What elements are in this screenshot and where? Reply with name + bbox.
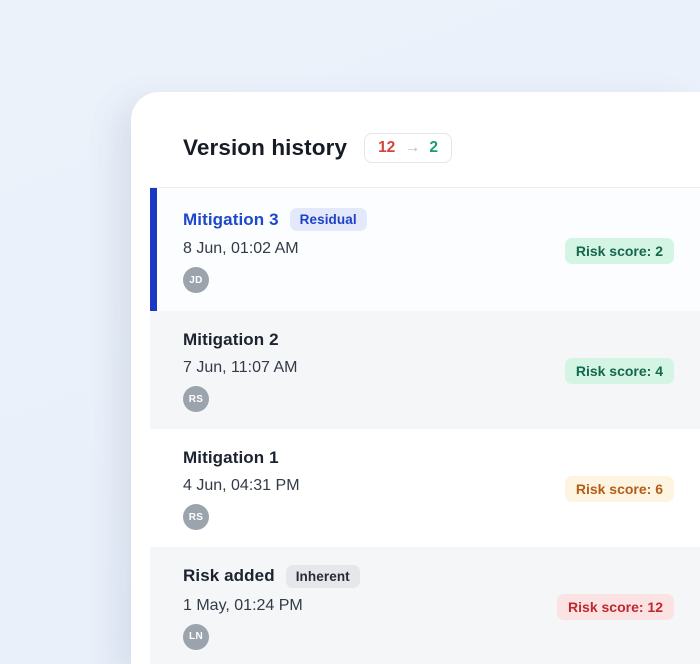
- risk-score-badge: Risk score: 4: [565, 358, 674, 384]
- avatar: RS: [183, 504, 209, 530]
- version-list: Mitigation 3 Residual 8 Jun, 01:02 AM JD…: [150, 187, 700, 664]
- avatar: LN: [183, 624, 209, 650]
- version-row-main: Mitigation 1 4 Jun, 04:31 PM RS: [183, 448, 300, 530]
- risk-score-badge: Risk score: 2: [565, 238, 674, 264]
- version-timestamp: 4 Jun, 04:31 PM: [183, 477, 300, 495]
- version-tag-badge: Inherent: [286, 565, 360, 588]
- version-row-main: Mitigation 2 7 Jun, 11:07 AM RS: [183, 330, 297, 412]
- version-history-card: Version history 12 → 2 Mitigation 3 Resi…: [131, 92, 700, 664]
- risk-change-badge: 12 → 2: [364, 133, 452, 163]
- selected-indicator-bar: [150, 188, 157, 311]
- version-title: Mitigation 2: [183, 330, 279, 350]
- version-timestamp: 8 Jun, 01:02 AM: [183, 240, 367, 258]
- version-timestamp: 7 Jun, 11:07 AM: [183, 359, 297, 377]
- version-timestamp: 1 May, 01:24 PM: [183, 597, 360, 615]
- version-row-main: Mitigation 3 Residual 8 Jun, 01:02 AM JD: [183, 208, 367, 293]
- page-title: Version history: [183, 135, 347, 161]
- version-row-main: Risk added Inherent 1 May, 01:24 PM LN: [183, 565, 360, 650]
- risk-score-badge: Risk score: 12: [557, 594, 674, 620]
- version-title-line: Mitigation 1: [183, 448, 300, 468]
- risk-score-badge: Risk score: 6: [565, 476, 674, 502]
- version-row[interactable]: Mitigation 3 Residual 8 Jun, 01:02 AM JD…: [150, 188, 700, 311]
- version-row[interactable]: Mitigation 2 7 Jun, 11:07 AM RS Risk sco…: [150, 311, 700, 429]
- version-row[interactable]: Risk added Inherent 1 May, 01:24 PM LN R…: [150, 547, 700, 664]
- version-title: Mitigation 3: [183, 210, 279, 230]
- risk-after-value: 2: [429, 139, 438, 157]
- avatar: JD: [183, 267, 209, 293]
- arrow-right-icon: →: [404, 139, 420, 157]
- risk-before-value: 12: [378, 139, 395, 157]
- avatar: RS: [183, 386, 209, 412]
- version-title: Mitigation 1: [183, 448, 279, 468]
- version-tag-badge: Residual: [290, 208, 367, 231]
- version-title: Risk added: [183, 566, 275, 586]
- version-title-line: Risk added Inherent: [183, 565, 360, 588]
- version-row[interactable]: Mitigation 1 4 Jun, 04:31 PM RS Risk sco…: [150, 429, 700, 547]
- version-title-line: Mitigation 2: [183, 330, 297, 350]
- card-header: Version history 12 → 2: [131, 92, 700, 187]
- version-title-line: Mitigation 3 Residual: [183, 208, 367, 231]
